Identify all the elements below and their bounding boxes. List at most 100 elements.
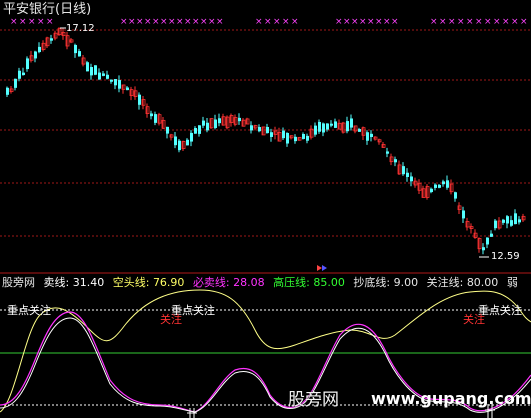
signal-marker: × xyxy=(391,17,399,27)
legend-label: 必卖线: xyxy=(192,276,230,289)
candle xyxy=(186,139,189,146)
candle xyxy=(258,127,261,132)
signal-marker: × xyxy=(484,17,492,27)
signal-marker: × xyxy=(439,17,447,27)
signal-marker: × xyxy=(448,17,456,27)
signal-marker: × xyxy=(457,17,465,27)
signal-marker: × xyxy=(359,17,367,27)
legend-label: 空头线: xyxy=(112,276,150,289)
candle xyxy=(206,122,209,131)
candle xyxy=(38,46,41,53)
signal-marker: × xyxy=(466,17,474,27)
candle xyxy=(126,87,129,91)
candle xyxy=(22,72,25,76)
signal-marker: × xyxy=(511,17,519,27)
candle xyxy=(218,118,221,124)
candle xyxy=(306,135,309,141)
candle xyxy=(198,125,201,134)
candle xyxy=(78,51,81,57)
candle xyxy=(510,220,513,226)
signal-marker: × xyxy=(152,17,160,27)
signal-marker: × xyxy=(168,17,176,27)
legend-label: 关注线: xyxy=(426,276,464,289)
candle xyxy=(322,123,325,133)
chart-title: 平安银行(日线) xyxy=(3,2,92,17)
candle xyxy=(486,237,489,245)
candle xyxy=(114,79,117,86)
candle xyxy=(446,180,449,188)
candle xyxy=(282,130,285,139)
legend-label: 抄底线: xyxy=(353,276,391,289)
signal-marker: × xyxy=(430,17,438,27)
price-high-label: 17.12 xyxy=(66,23,95,34)
signal-marker: × xyxy=(10,17,18,27)
signal-marker: × xyxy=(375,17,383,27)
candle xyxy=(214,119,217,129)
candle xyxy=(26,58,29,70)
legend-value: 28.08 xyxy=(233,276,265,289)
candle xyxy=(326,123,329,130)
candle xyxy=(494,220,497,229)
price-low-label: 12.59 xyxy=(491,251,520,262)
signal-marker: × xyxy=(367,17,375,27)
annotation-watch: 关注 xyxy=(160,313,182,326)
chart-canvas[interactable]: × × × × × × × × × × × × × × × × × × × × × × × × × × × × × × × × × × × × × × × ×… xyxy=(0,0,531,418)
price-grid xyxy=(0,29,531,237)
legend-sell-line: 卖线: 31.40 xyxy=(44,276,105,289)
candle xyxy=(190,132,193,142)
signal-marker: × xyxy=(192,17,200,27)
signal-marker: × xyxy=(264,17,272,27)
candle xyxy=(110,79,113,82)
candle xyxy=(518,219,521,223)
candlestick-series xyxy=(6,27,526,255)
annotation-watch: 关注 xyxy=(463,313,485,326)
candle xyxy=(314,125,317,135)
signal-marker: × xyxy=(28,17,36,27)
signal-marker: × xyxy=(184,17,192,27)
scroll-arrow[interactable] xyxy=(317,265,327,271)
candle xyxy=(150,113,153,117)
watermark-url: www.gupang.com xyxy=(371,389,531,408)
candle xyxy=(14,78,17,88)
watermark-text: 股旁网 xyxy=(288,390,339,410)
signal-marker: × xyxy=(46,17,54,27)
candle xyxy=(18,70,21,79)
signal-marker: × xyxy=(273,17,281,27)
legend-empty-line: 空头线: 76.90 xyxy=(113,276,185,289)
candle xyxy=(106,74,109,79)
indicator-legend-bar: 股旁网 卖线: 31.40 空头线: 76.90 必卖线: 28.08 高压线:… xyxy=(2,276,523,290)
candle xyxy=(402,166,405,175)
candle xyxy=(370,133,373,138)
candle xyxy=(98,72,101,80)
candle xyxy=(34,51,37,59)
candle xyxy=(358,129,361,132)
candle xyxy=(330,123,333,126)
signal-marker: × xyxy=(160,17,168,27)
candle xyxy=(102,73,105,76)
signal-marker: × xyxy=(335,17,343,27)
legend-value: 80.00 xyxy=(466,276,499,289)
candle xyxy=(294,136,297,142)
signal-marker: × xyxy=(144,17,152,27)
candle xyxy=(174,136,177,146)
candle xyxy=(6,87,9,95)
candle xyxy=(514,213,517,225)
candle xyxy=(442,181,445,185)
candle xyxy=(74,44,77,54)
annotation-focus: 重点关注 xyxy=(7,304,51,317)
candle xyxy=(454,192,457,199)
candle xyxy=(50,38,53,41)
signal-marker: × xyxy=(37,17,45,27)
candle xyxy=(406,172,409,177)
candle xyxy=(178,140,181,151)
candle xyxy=(462,210,465,219)
candle xyxy=(154,114,157,123)
signal-marker: × xyxy=(136,17,144,27)
candle xyxy=(238,117,241,122)
legend-value: 76.90 xyxy=(152,276,185,289)
legend-focus-line: 关注线: 80.00 xyxy=(427,276,499,289)
signal-marker: × xyxy=(255,17,263,27)
candle xyxy=(350,118,353,128)
signal-marker: × xyxy=(475,17,483,27)
signal-marker: × xyxy=(343,17,351,27)
